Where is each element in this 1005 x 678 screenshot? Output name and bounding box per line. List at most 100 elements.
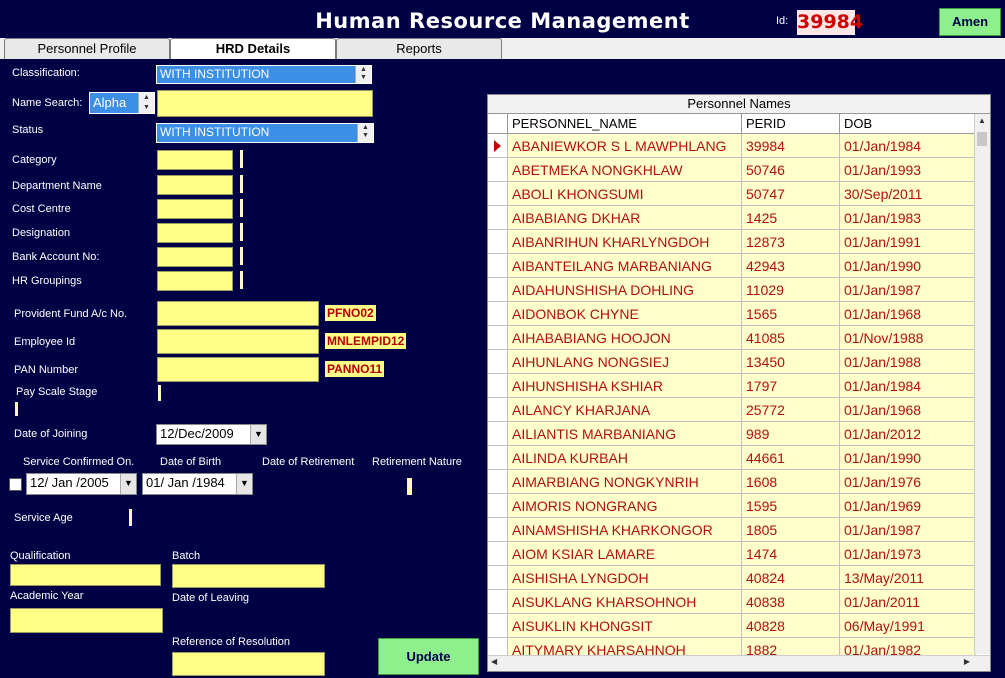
cell-perid[interactable]: 42943	[742, 254, 840, 278]
row-selector[interactable]	[488, 326, 508, 350]
cell-dob[interactable]: 01/Jan/1973	[840, 542, 976, 566]
row-selector[interactable]	[488, 350, 508, 374]
spin-arrows-icon[interactable]: ▲ ▼	[355, 66, 371, 83]
designation-field[interactable]	[157, 223, 233, 243]
table-row[interactable]: AIMORIS NONGRANG 1595 01/Jan/1969	[488, 494, 976, 518]
cell-dob[interactable]: 01/Jan/1988	[840, 350, 976, 374]
row-selector[interactable]	[488, 566, 508, 590]
row-selector[interactable]	[488, 590, 508, 614]
row-selector[interactable]	[488, 494, 508, 518]
cell-personnel-name[interactable]: AIMARBIANG NONGKYNRIH	[508, 470, 742, 494]
cell-personnel-name[interactable]: AIHUNLANG NONGSIEJ	[508, 350, 742, 374]
tab-hrd-details[interactable]: HRD Details	[170, 38, 336, 60]
cell-personnel-name[interactable]: ABOLI KHONGSUMI	[508, 182, 742, 206]
table-row[interactable]: AIOM KSIAR LAMARE 1474 01/Jan/1973	[488, 542, 976, 566]
cell-perid[interactable]: 1565	[742, 302, 840, 326]
department-field[interactable]	[157, 175, 233, 195]
academic-year-field[interactable]	[10, 608, 163, 633]
cell-perid[interactable]: 40828	[742, 614, 840, 638]
vertical-scrollbar[interactable]: ▲	[974, 114, 990, 654]
scroll-up-icon[interactable]: ▲	[978, 116, 986, 125]
table-row[interactable]: AIHABABIANG HOOJON 41085 01/Nov/1988	[488, 326, 976, 350]
cell-perid[interactable]: 1595	[742, 494, 840, 518]
cell-perid[interactable]: 39984	[742, 134, 840, 158]
classification-select[interactable]: WITH INSTITUTION ▲ ▼	[156, 65, 372, 84]
cell-perid[interactable]: 13450	[742, 350, 840, 374]
spin-arrows-icon[interactable]: ▲ ▼	[138, 93, 154, 113]
personnel-grid[interactable]: Personnel Names PERSONNEL_NAME PERID DOB…	[487, 94, 991, 672]
cell-personnel-name[interactable]: ABANIEWKOR S L MAWPHLANG	[508, 134, 742, 158]
name-search-input[interactable]	[157, 90, 373, 117]
scroll-left-icon[interactable]: ◀	[491, 657, 497, 666]
row-selector[interactable]	[488, 158, 508, 182]
table-row[interactable]: AIBANRIHUN KHARLYNGDOH 12873 01/Jan/1991	[488, 230, 976, 254]
cell-personnel-name[interactable]: AINAMSHISHA KHARKONGOR	[508, 518, 742, 542]
cell-personnel-name[interactable]: AILINDA KURBAH	[508, 446, 742, 470]
table-row[interactable]: AIHUNLANG NONGSIEJ 13450 01/Jan/1988	[488, 350, 976, 374]
status-select[interactable]: WITH INSTITUTION ▲ ▼	[156, 123, 374, 143]
table-row[interactable]: AISHISHA LYNGDOH 40824 13/May/2011	[488, 566, 976, 590]
cell-perid[interactable]: 1805	[742, 518, 840, 542]
row-selector[interactable]	[488, 542, 508, 566]
row-selector[interactable]	[488, 302, 508, 326]
table-row[interactable]: AIBABIANG DKHAR 1425 01/Jan/1983	[488, 206, 976, 230]
cell-perid[interactable]: 1608	[742, 470, 840, 494]
category-field[interactable]	[157, 150, 233, 170]
cell-personnel-name[interactable]: AIBANTEILANG MARBANIANG	[508, 254, 742, 278]
cell-personnel-name[interactable]: AIHABABIANG HOOJON	[508, 326, 742, 350]
cell-dob[interactable]: 13/May/2011	[840, 566, 976, 590]
cell-personnel-name[interactable]: AISUKLIN KHONGSIT	[508, 614, 742, 638]
dropdown-arrow-icon[interactable]: ▼	[120, 474, 136, 494]
cell-perid[interactable]: 25772	[742, 398, 840, 422]
cell-perid[interactable]: 989	[742, 422, 840, 446]
row-selector[interactable]	[488, 374, 508, 398]
pan-field[interactable]	[157, 357, 319, 382]
cell-dob[interactable]: 01/Jan/1991	[840, 230, 976, 254]
name-search-mode[interactable]: Alpha ▲ ▼	[89, 92, 155, 114]
cell-personnel-name[interactable]: AIBABIANG DKHAR	[508, 206, 742, 230]
cell-dob[interactable]: 01/Jan/2011	[840, 590, 976, 614]
spin-arrows-icon[interactable]: ▲ ▼	[357, 124, 373, 142]
table-row[interactable]: ABANIEWKOR S L MAWPHLANG 39984 01/Jan/1984	[488, 134, 976, 158]
cell-dob[interactable]: 01/Jan/1968	[840, 302, 976, 326]
dropdown-arrow-icon[interactable]: ▼	[236, 474, 252, 494]
scroll-thumb[interactable]	[977, 132, 987, 146]
table-row[interactable]: ABETMEKA NONGKHLAW 50746 01/Jan/1993	[488, 158, 976, 182]
cell-personnel-name[interactable]: AIOM KSIAR LAMARE	[508, 542, 742, 566]
cell-personnel-name[interactable]: AIMORIS NONGRANG	[508, 494, 742, 518]
table-row[interactable]: AIDONBOK CHYNE 1565 01/Jan/1968	[488, 302, 976, 326]
horizontal-scrollbar[interactable]: ◀ ▶	[488, 655, 990, 671]
cost-centre-field[interactable]	[157, 199, 233, 219]
cell-dob[interactable]: 01/Jan/1968	[840, 398, 976, 422]
hr-groupings-field[interactable]	[157, 271, 233, 291]
cell-dob[interactable]: 01/Jan/1984	[840, 374, 976, 398]
qualification-field[interactable]	[10, 564, 161, 586]
update-button[interactable]: Update	[378, 638, 479, 675]
service-confirmed-checkbox[interactable]	[9, 478, 22, 491]
dropdown-arrow-icon[interactable]: ▼	[250, 425, 266, 444]
table-row[interactable]: AIMARBIANG NONGKYNRIH 1608 01/Jan/1976	[488, 470, 976, 494]
dob-date-picker[interactable]: 01/ Jan /1984 ▼	[142, 473, 253, 495]
row-selector[interactable]	[488, 182, 508, 206]
pay-scale-field[interactable]	[15, 402, 18, 416]
cell-perid[interactable]: 41085	[742, 326, 840, 350]
col-dob[interactable]: DOB	[840, 114, 976, 134]
cell-personnel-name[interactable]: AIDAHUNSHISHA DOHLING	[508, 278, 742, 302]
row-selector[interactable]	[488, 446, 508, 470]
cell-perid[interactable]: 1797	[742, 374, 840, 398]
table-row[interactable]: AISUKLANG KHARSOHNOH 40838 01/Jan/2011	[488, 590, 976, 614]
cell-dob[interactable]: 01/Jan/1990	[840, 446, 976, 470]
table-row[interactable]: AILINDA KURBAH 44661 01/Jan/1990	[488, 446, 976, 470]
tab-personnel-profile[interactable]: Personnel Profile	[4, 38, 170, 59]
cell-dob[interactable]: 01/Jan/1984	[840, 134, 976, 158]
cell-personnel-name[interactable]: AISHISHA LYNGDOH	[508, 566, 742, 590]
cell-personnel-name[interactable]: AIBANRIHUN KHARLYNGDOH	[508, 230, 742, 254]
cell-dob[interactable]: 01/Jan/2012	[840, 422, 976, 446]
cell-perid[interactable]: 50747	[742, 182, 840, 206]
row-selector[interactable]	[488, 206, 508, 230]
cell-personnel-name[interactable]: AIHUNSHISHA KSHIAR	[508, 374, 742, 398]
table-row[interactable]: AILANCY KHARJANA 25772 01/Jan/1968	[488, 398, 976, 422]
cell-personnel-name[interactable]: ABETMEKA NONGKHLAW	[508, 158, 742, 182]
cell-dob[interactable]: 01/Jan/1987	[840, 518, 976, 542]
row-selector[interactable]	[488, 422, 508, 446]
